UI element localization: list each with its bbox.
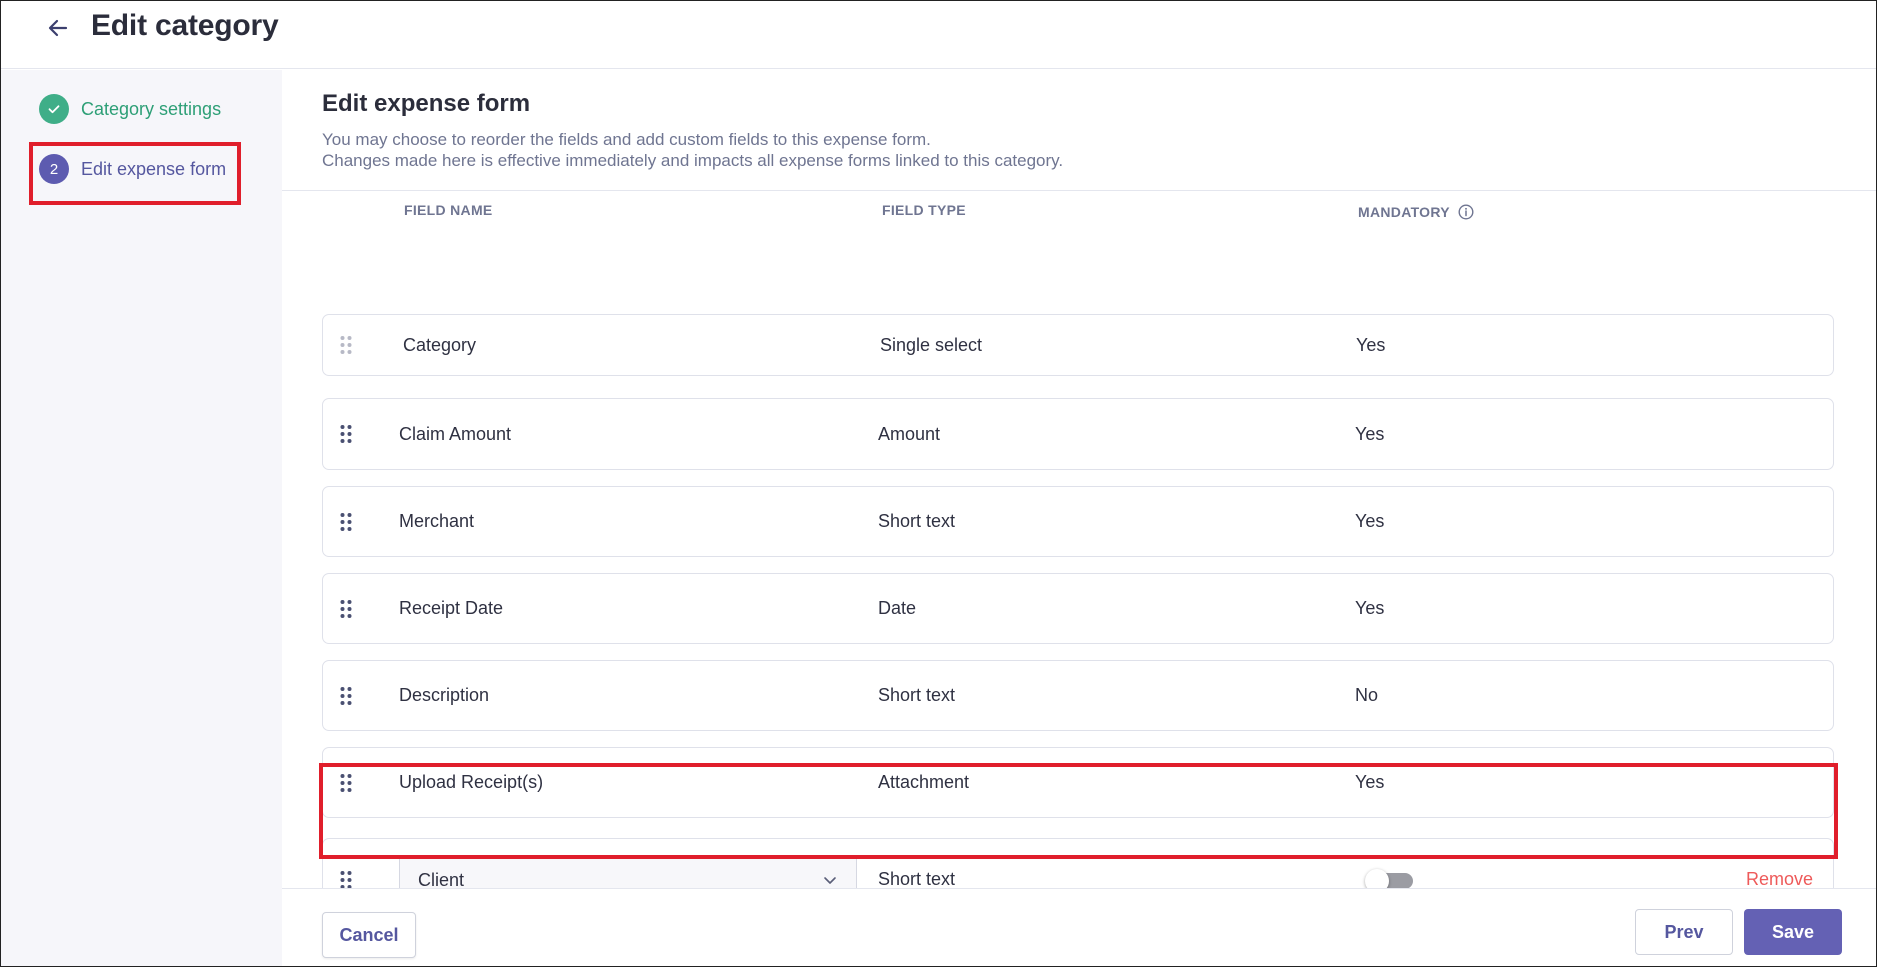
column-header-field-name: FIELD NAME	[404, 202, 493, 218]
field-type: Short text	[878, 511, 956, 531]
column-header-label: MANDATORY	[1358, 204, 1450, 220]
field-type: Amount	[878, 423, 941, 444]
section-title: Edit expense form	[322, 90, 531, 117]
field-name: Description	[399, 685, 490, 705]
main-content: Edit expense form You may choose to reor…	[282, 70, 1876, 966]
field-name: Receipt Date	[399, 598, 504, 618]
table-row: Description Short text No	[322, 660, 1834, 731]
drag-handle-icon[interactable]	[339, 599, 353, 619]
chevron-down-icon	[824, 877, 836, 884]
field-name: Upload Receipt(s)	[399, 772, 544, 792]
field-name: Category	[403, 334, 477, 355]
step-label: Edit expense form	[81, 158, 227, 179]
app-window: Edit category Category settings 2 Edit e…	[0, 0, 1877, 967]
table-row: Upload Receipt(s) Attachment Yes	[322, 747, 1834, 818]
drag-handle-icon[interactable]	[339, 512, 353, 532]
table-row: Category Single select Yes	[322, 314, 1834, 376]
section-header: Edit expense form You may choose to reor…	[282, 70, 1876, 191]
field-mandatory: Yes	[1355, 423, 1385, 444]
column-header-field-type: FIELD TYPE	[882, 202, 966, 218]
page-title: Edit category	[91, 9, 279, 42]
field-mandatory: No	[1355, 685, 1379, 705]
field-type: Date	[878, 598, 917, 618]
field-type: Attachment	[878, 772, 970, 792]
stepper-sidebar: Category settings 2 Edit expense form	[1, 70, 282, 966]
save-button[interactable]: Save	[1744, 909, 1842, 955]
step-category-settings[interactable]: Category settings	[39, 91, 221, 127]
description-line: Changes made here is effective immediate…	[322, 151, 1064, 170]
step-number: 2	[39, 154, 69, 184]
page-header: Edit category	[1, 1, 1876, 69]
prev-button[interactable]: Prev	[1635, 909, 1733, 955]
cancel-button[interactable]: Cancel	[322, 912, 416, 958]
step-label: Category settings	[81, 98, 222, 119]
step-edit-expense-form[interactable]: 2 Edit expense form	[39, 151, 226, 187]
table-row: Receipt Date Date Yes	[322, 573, 1834, 644]
field-name: Merchant	[399, 511, 475, 531]
field-type: Single select	[880, 334, 983, 355]
field-type: Short text	[878, 685, 956, 705]
section-description: You may choose to reorder the fields and…	[322, 129, 1063, 171]
field-mandatory: Yes	[1355, 772, 1385, 792]
table-row: Claim Amount Amount Yes	[322, 398, 1834, 470]
field-mandatory: Yes	[1356, 334, 1386, 355]
drag-handle-icon	[340, 336, 352, 354]
field-name: Claim Amount	[399, 423, 512, 444]
column-header-mandatory: MANDATORY	[1358, 204, 1474, 220]
drag-handle-icon[interactable]	[339, 686, 353, 706]
check-icon	[39, 94, 69, 124]
table-row: Merchant Short text Yes	[322, 486, 1834, 557]
drag-handle-icon[interactable]	[339, 773, 353, 793]
arrow-left-icon	[48, 19, 68, 37]
field-mandatory: Yes	[1355, 598, 1385, 618]
description-line: You may choose to reorder the fields and…	[322, 130, 931, 149]
info-icon[interactable]	[1458, 204, 1474, 220]
back-button[interactable]	[41, 11, 75, 45]
field-mandatory: Yes	[1355, 511, 1385, 531]
drag-handle-icon[interactable]	[339, 424, 353, 444]
drag-handle-icon[interactable]	[339, 870, 353, 890]
